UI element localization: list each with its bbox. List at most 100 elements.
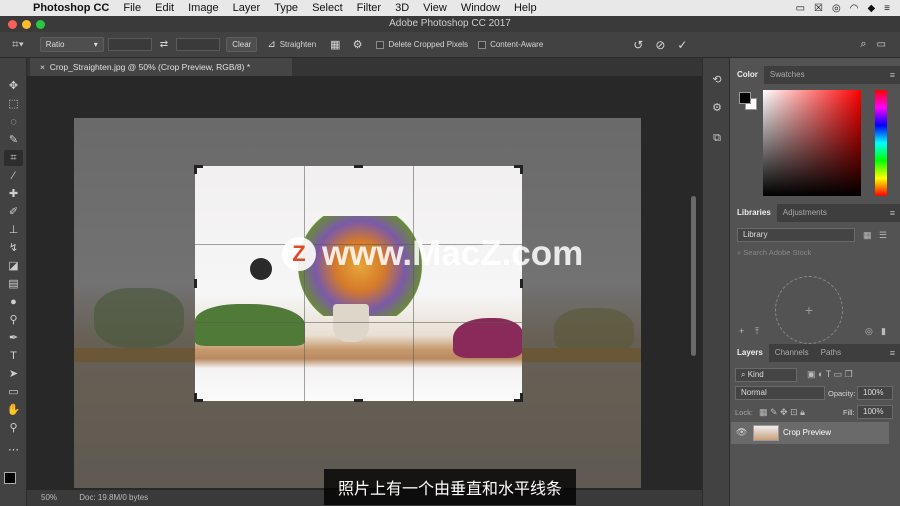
layer-name[interactable]: Crop Preview [783, 428, 831, 437]
overlay-grid-icon[interactable]: ▦ [330, 38, 340, 51]
document-tab[interactable]: × Crop_Straighten.jpg @ 50% (Crop Previe… [30, 58, 292, 76]
stock-search-input[interactable]: ⌕ Search Adobe Stock [737, 248, 893, 261]
library-select[interactable]: Library [737, 228, 855, 242]
tab-layers[interactable]: Layers [731, 344, 769, 362]
panel-menu-icon[interactable]: ≡ [890, 348, 895, 358]
gradient-tool-icon[interactable]: ▤ [4, 276, 23, 292]
move-tool-icon[interactable]: ✥ [4, 78, 23, 94]
clone-stamp-tool-icon[interactable]: ⊥ [4, 222, 23, 238]
rectangle-tool-icon[interactable]: ▭ [4, 384, 23, 400]
menu-window[interactable]: Window [454, 2, 507, 14]
swap-icon[interactable]: ⇄ [160, 39, 168, 50]
dropbox-icon[interactable]: ◆ [867, 3, 875, 14]
crop-tool-icon[interactable]: ⌗ [4, 150, 23, 166]
search-icon[interactable]: ⌕ [860, 38, 866, 51]
more-tools-icon[interactable]: ⋯ [4, 442, 23, 458]
eyedropper-tool-icon[interactable]: ⁄ [4, 168, 23, 184]
commit-check-icon[interactable]: ✓ [677, 38, 687, 52]
dodge-tool-icon[interactable]: ⚲ [4, 312, 23, 328]
canvas-scrollbar[interactable] [691, 196, 696, 356]
close-window-button[interactable] [8, 20, 17, 29]
opacity-input[interactable]: 100% [857, 386, 893, 400]
tab-swatches[interactable]: Swatches [764, 66, 811, 84]
menu-app-name[interactable]: Photoshop CC [26, 2, 116, 14]
list-view-icon[interactable]: ☰ [879, 230, 887, 241]
lock-options-icons[interactable]: ▦ ✎ ✥ ⊡ 🔒︎ [759, 407, 805, 418]
delete-cropped-checkbox[interactable]: Delete Cropped Pixels [376, 40, 468, 49]
crop-handle-bottom[interactable] [354, 399, 363, 402]
crop-preview-area[interactable] [195, 166, 522, 401]
menu-help[interactable]: Help [507, 2, 544, 14]
crop-handle-left[interactable] [194, 279, 197, 288]
layer-row[interactable]: 👁︎ Crop Preview [731, 422, 889, 444]
blend-mode-select[interactable]: Normal [735, 386, 825, 400]
display-icon[interactable]: ▭ [796, 3, 805, 14]
zoom-window-button[interactable] [36, 20, 45, 29]
crop-handle-bottom-right[interactable] [514, 393, 523, 402]
menu-filter[interactable]: Filter [350, 2, 388, 14]
filter-type-icons[interactable]: ▣ ◐ T ▭ ❐ [807, 369, 853, 380]
hand-tool-icon[interactable]: ✋ [4, 402, 23, 418]
menu-3d[interactable]: 3D [388, 2, 416, 14]
grid-view-icon[interactable]: ▦ [863, 230, 872, 241]
straighten-icon[interactable]: ⊿ [267, 39, 275, 50]
wifi-icon[interactable]: ◠ [850, 3, 859, 14]
marquee-tool-icon[interactable]: ⬚ [4, 96, 23, 112]
history-icon[interactable]: ⟲ [709, 72, 725, 88]
tab-adjustments[interactable]: Adjustments [777, 204, 833, 222]
foreground-color-swatch[interactable] [4, 472, 16, 484]
cancel-icon[interactable]: ⊘ [655, 38, 665, 52]
menu-image[interactable]: Image [181, 2, 226, 14]
ratio-select[interactable]: Ratio ▾ [39, 37, 104, 52]
history-brush-tool-icon[interactable]: ↯ [4, 240, 23, 256]
crop-handle-bottom-left[interactable] [194, 393, 203, 402]
gear-icon[interactable]: ⚙ [353, 38, 363, 51]
eye-icon[interactable]: 👁︎ [736, 427, 747, 438]
blur-tool-icon[interactable]: ● [4, 294, 23, 310]
zoom-tool-icon[interactable]: ⚲ [4, 420, 23, 436]
menu-edit[interactable]: Edit [148, 2, 181, 14]
menu-view[interactable]: View [416, 2, 454, 14]
fill-input[interactable]: 100% [857, 405, 893, 419]
list-icon[interactable]: ≡ [884, 3, 890, 14]
ratio-height-input[interactable] [176, 38, 221, 51]
properties-icon[interactable]: ⚙ [709, 100, 725, 116]
layer-filter-select[interactable]: ⌕ Kind [735, 368, 797, 382]
cc-icon[interactable]: ◎ [832, 3, 841, 14]
menu-file[interactable]: File [116, 2, 148, 14]
add-plus-icon[interactable]: + [739, 326, 744, 336]
tab-paths[interactable]: Paths [815, 344, 847, 362]
straighten-label[interactable]: Straighten [280, 40, 316, 49]
eraser-tool-icon[interactable]: ◪ [4, 258, 23, 274]
crop-handle-top[interactable] [354, 165, 363, 168]
hue-slider[interactable] [875, 90, 887, 196]
add-library-item-icon[interactable]: + [775, 276, 843, 344]
zoom-level[interactable]: 50% [41, 493, 57, 502]
quick-select-tool-icon[interactable]: ✎ [4, 132, 23, 148]
color-picker-field[interactable] [763, 90, 861, 196]
healing-brush-tool-icon[interactable]: ✚ [4, 186, 23, 202]
tab-channels[interactable]: Channels [769, 344, 815, 362]
cc-sync-icon[interactable]: ◎ [865, 326, 873, 337]
brush-tool-icon[interactable]: ✐ [4, 204, 23, 220]
minimize-window-button[interactable] [22, 20, 31, 29]
panel-menu-icon[interactable]: ≡ [890, 70, 895, 80]
ratio-width-input[interactable] [107, 38, 152, 51]
close-icon[interactable]: × [40, 62, 45, 72]
tab-color[interactable]: Color [731, 66, 764, 84]
crop-tool-preset-icon[interactable]: ⌗▾ [12, 37, 24, 52]
crop-handle-top-right[interactable] [514, 165, 523, 174]
clear-button[interactable]: Clear [226, 37, 258, 52]
crop-handle-right[interactable] [520, 279, 523, 288]
crop-handle-top-left[interactable] [194, 165, 203, 174]
reset-icon[interactable]: ↺ [633, 38, 643, 52]
foreground-color[interactable] [739, 92, 751, 104]
glyphs-icon[interactable]: ⧉ [709, 130, 725, 146]
type-tool-icon[interactable]: T [4, 348, 23, 364]
upload-icon[interactable]: ⤒ [755, 326, 759, 337]
workspace-icon[interactable]: ▭ [877, 39, 886, 50]
lasso-tool-icon[interactable]: ◌ [4, 114, 23, 130]
path-select-tool-icon[interactable]: ➤ [4, 366, 23, 382]
panel-menu-icon[interactable]: ≡ [890, 208, 895, 218]
content-aware-checkbox[interactable]: Content-Aware [478, 40, 543, 49]
